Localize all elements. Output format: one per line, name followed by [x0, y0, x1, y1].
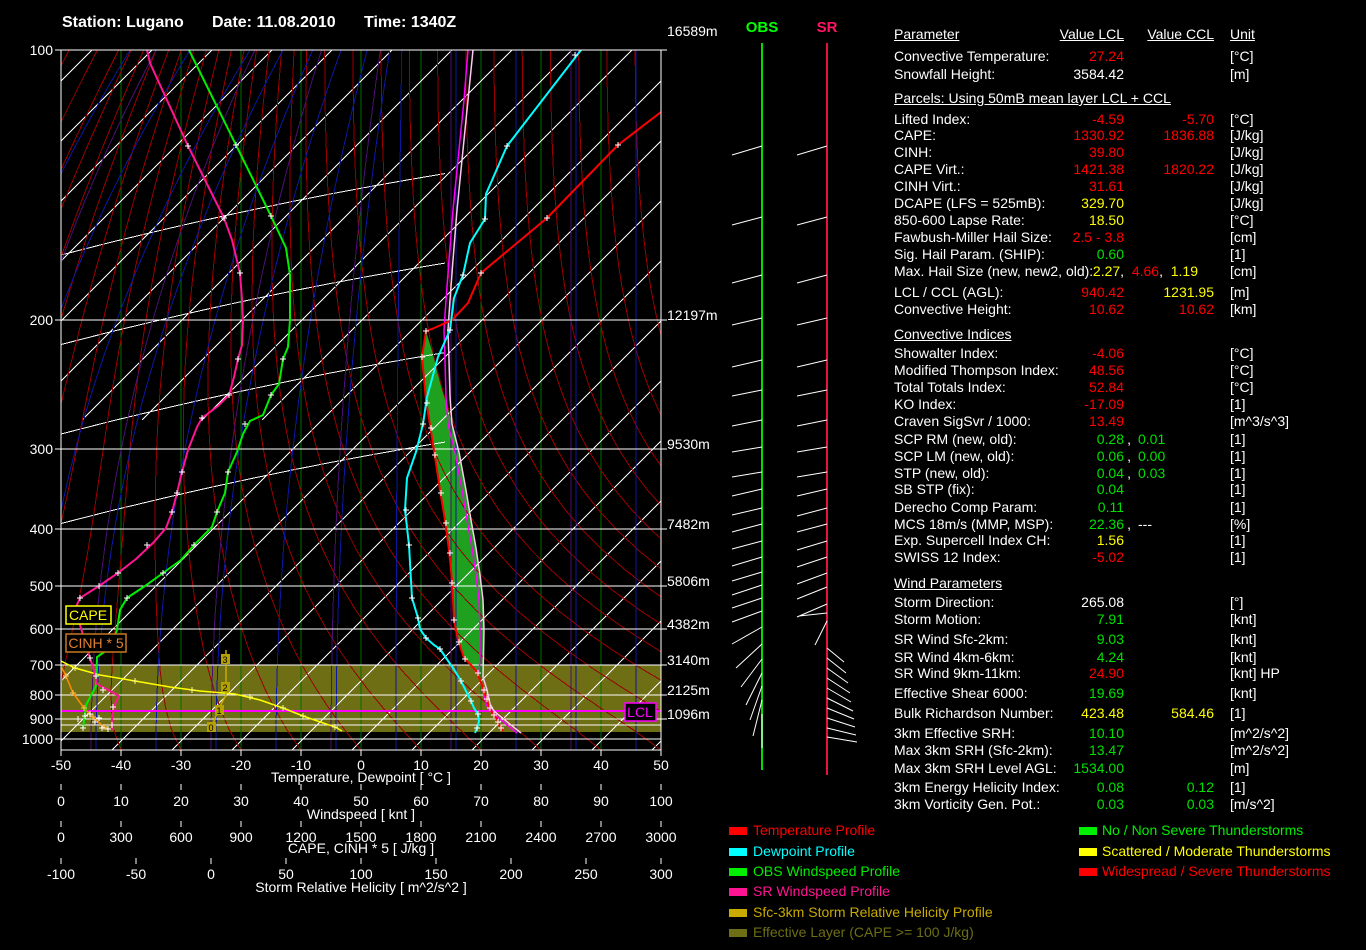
svg-text:-100: -100 [47, 866, 75, 882]
svg-text:2100: 2100 [465, 829, 496, 845]
svg-text:300: 300 [649, 866, 673, 882]
svg-text:CAPE, CINH * 5 [ J/kg ]: CAPE, CINH * 5 [ J/kg ] [288, 840, 434, 856]
svg-text:Storm Relative Helicity [ m^2: Storm Relative Helicity [ m^2/s^2 ] [255, 879, 467, 895]
svg-text:300: 300 [109, 829, 133, 845]
svg-text:0: 0 [207, 866, 215, 882]
svg-text:200: 200 [499, 866, 523, 882]
svg-text:0: 0 [57, 829, 65, 845]
svg-text:600: 600 [169, 829, 193, 845]
svg-text:-50: -50 [126, 866, 146, 882]
svg-text:900: 900 [229, 829, 253, 845]
svg-text:3000: 3000 [645, 829, 676, 845]
svg-text:250: 250 [574, 866, 598, 882]
svg-text:2700: 2700 [585, 829, 616, 845]
svg-text:2400: 2400 [525, 829, 556, 845]
